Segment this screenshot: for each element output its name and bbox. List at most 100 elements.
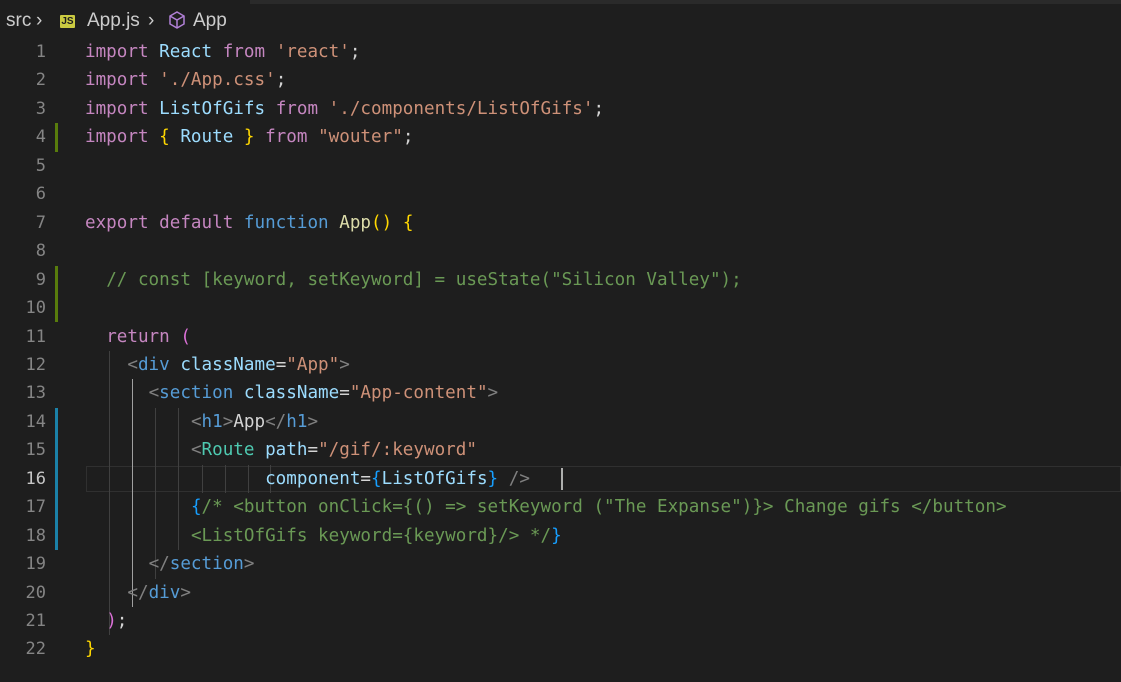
breadcrumb-folder[interactable]: src [6,10,31,32]
code-text[interactable]: <div className="App"> [85,351,350,379]
code-token: section [159,383,234,404]
code-line[interactable]: 14 <h1>App</h1> [0,408,1121,436]
line-number[interactable]: 6 [0,180,46,208]
code-token: from [275,98,319,119]
code-text[interactable]: return ( [85,323,191,351]
code-token: () [371,212,393,233]
code-editor[interactable]: 1 import React from 'react'; 2 import './Ap… [0,38,1121,682]
line-number[interactable]: 15 [0,436,46,464]
line-number[interactable]: 21 [0,607,46,635]
code-token: './App.css' [159,70,276,91]
line-number[interactable]: 4 [0,123,46,151]
line-number[interactable]: 16 [0,465,46,493]
code-text[interactable]: ); [85,607,127,635]
line-number[interactable]: 3 [0,95,46,123]
line-number[interactable]: 1 [0,38,46,66]
code-line[interactable]: 1 import React from 'react'; [0,38,1121,66]
code-token: = [339,383,350,404]
code-token: export [85,212,149,233]
code-line[interactable]: 20 </div> [0,579,1121,607]
code-text[interactable]: <section className="App-content"> [85,379,499,407]
code-text[interactable]: } [85,635,96,663]
line-number[interactable]: 19 [0,550,46,578]
code-token: default [159,212,234,233]
code-token: App [339,212,372,233]
chevron-right-icon: › [36,10,43,31]
code-token: import [85,42,149,62]
code-line[interactable]: 3 import ListOfGifs from './components/Li… [0,95,1121,123]
code-line[interactable]: 12 <div className="App"> [0,351,1121,379]
code-text[interactable]: </div> [85,579,191,607]
code-token: import [85,127,149,148]
code-token: > [339,354,350,375]
code-token: } [551,525,562,546]
code-token: ListOfGifs [159,98,266,119]
code-token: Route [180,127,234,148]
code-text[interactable]: import './App.css'; [85,66,286,94]
code-text[interactable]: component={ListOfGifs} /> [85,465,530,493]
code-line[interactable]: 22} [0,635,1121,663]
line-number[interactable]: 14 [0,408,46,436]
code-text[interactable]: import ListOfGifs from './components/Lis… [85,95,604,123]
code-text[interactable]: // const [keyword, setKeyword] = useStat… [85,266,742,294]
code-token: ( [180,326,191,347]
code-token: h1 [201,411,223,432]
code-token: } [85,639,96,660]
code-line[interactable]: 4 import { Route } from "wouter"; [0,123,1121,151]
line-number[interactable]: 20 [0,579,46,607]
line-number[interactable]: 11 [0,323,46,351]
code-token: ) [106,611,117,631]
code-text[interactable]: import React from 'react'; [85,38,360,66]
code-token: > [243,554,255,575]
breadcrumb-symbol[interactable]: App [193,10,227,32]
code-line[interactable]: 2 import './App.css'; [0,66,1121,94]
code-line[interactable]: 8 [0,237,1121,265]
line-number[interactable]: 9 [0,266,46,294]
code-text[interactable]: {/* <button onClick={() => setKeyword ("… [85,493,1007,521]
code-line[interactable]: 6 [0,180,1121,208]
code-line[interactable]: 7 export default function App() { [0,209,1121,237]
code-token: "App-content" [349,383,488,404]
code-text[interactable]: <h1>App</h1> [85,408,318,436]
code-line[interactable]: 18 <ListOfGifs keyword={keyword}/> */} [0,522,1121,550]
code-text[interactable]: export default function App() { [85,209,413,237]
code-text[interactable]: <Route path="/gif/:keyword" [85,436,477,464]
code-line[interactable]: 15 <Route path="/gif/:keyword" [0,436,1121,464]
code-line[interactable]: 13 <section className="App-content"> [0,379,1121,407]
code-line[interactable]: 10 [0,294,1121,322]
code-text[interactable]: import { Route } from "wouter"; [85,123,413,151]
code-token: } [487,468,499,489]
line-number[interactable]: 7 [0,209,46,237]
line-number[interactable]: 12 [0,351,46,379]
code-text[interactable]: </section> [85,550,255,578]
line-number[interactable]: 8 [0,237,46,265]
code-line[interactable]: 21 ); [0,607,1121,635]
line-number[interactable]: 5 [0,152,46,180]
line-number[interactable]: 10 [0,294,46,322]
code-line[interactable]: 19 </section> [0,550,1121,578]
line-number[interactable]: 17 [0,493,46,521]
code-token: className [243,383,340,404]
line-number[interactable]: 2 [0,66,46,94]
line-number[interactable]: 22 [0,635,46,663]
code-text[interactable]: <ListOfGifs keyword={keyword}/> */} [85,522,562,550]
breadcrumb-file[interactable]: App.js [87,10,140,32]
code-line[interactable]: 9 // const [keyword, setKeyword] = useSt… [0,266,1121,294]
code-token: "/gif/:keyword" [318,440,477,461]
code-line[interactable]: 17 {/* <button onClick={() => setKeyword… [0,493,1121,521]
line-number[interactable]: 18 [0,522,46,550]
code-token: > [487,383,499,404]
code-line[interactable]: 5 [0,152,1121,180]
code-token: return [106,326,170,347]
code-line[interactable]: 11 return ( [0,323,1121,351]
code-token: from [265,127,308,148]
line-number[interactable]: 13 [0,379,46,407]
